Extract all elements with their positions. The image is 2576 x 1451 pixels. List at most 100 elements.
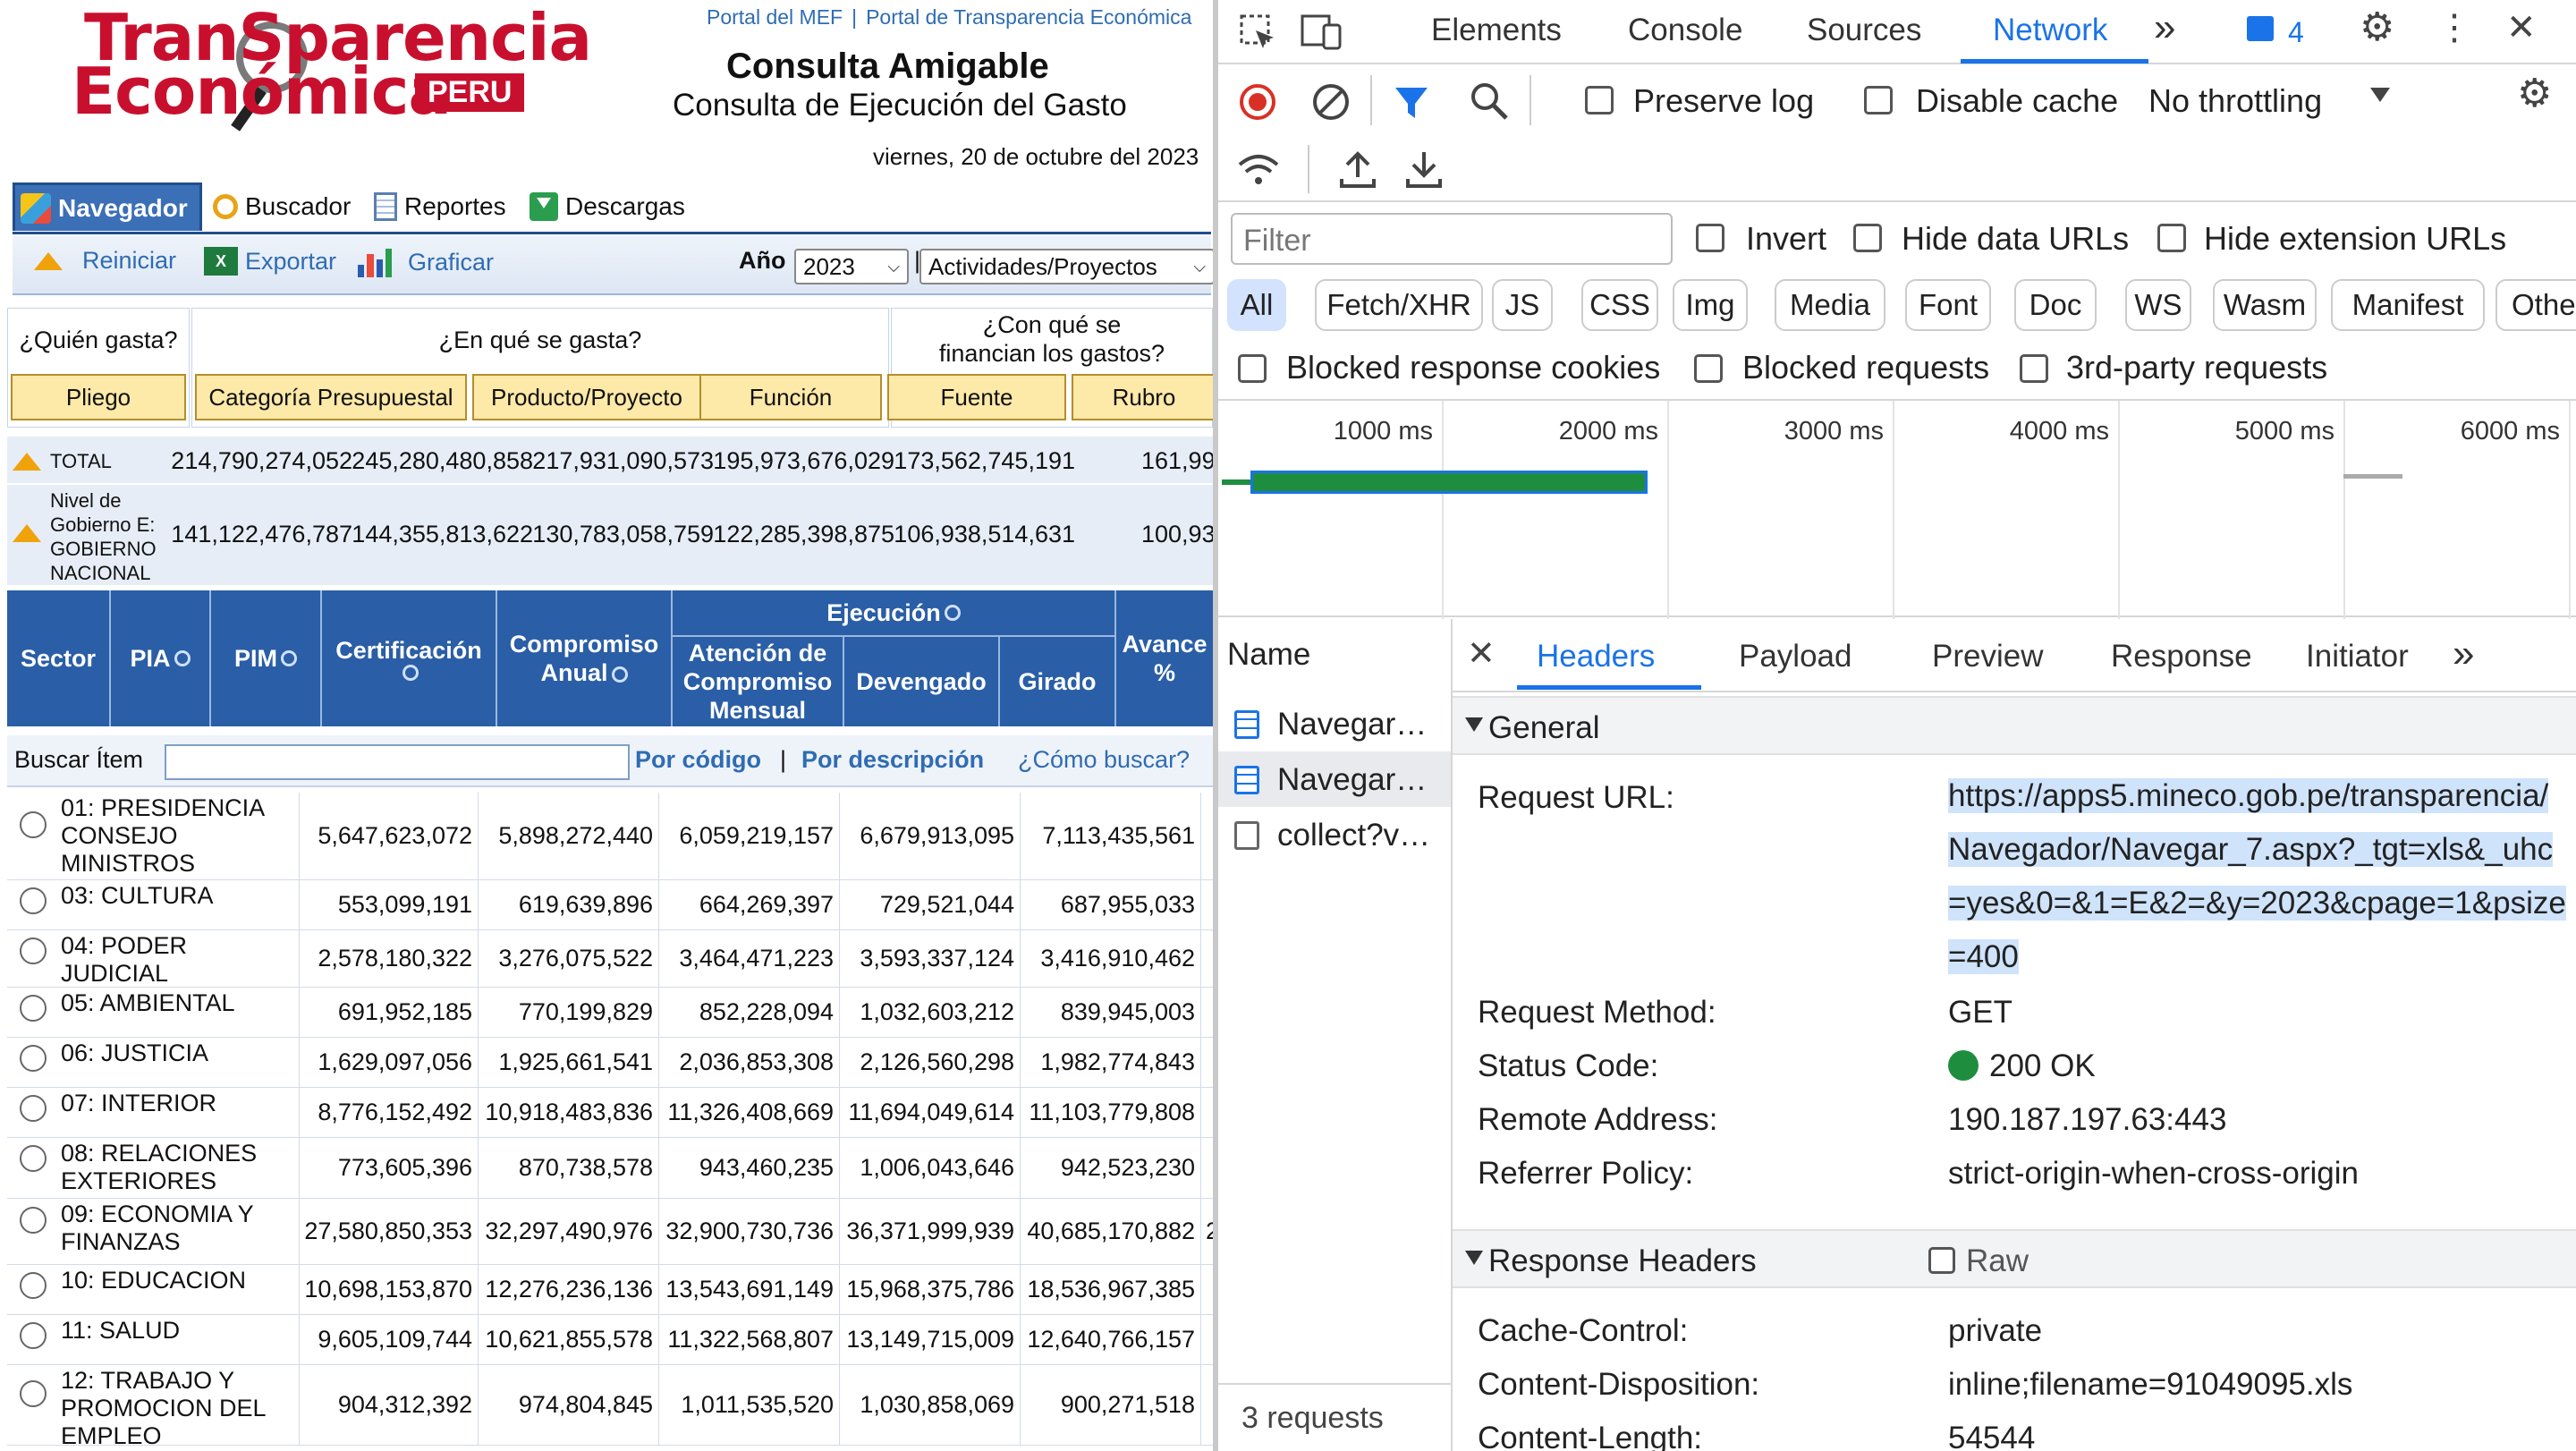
filter-img[interactable]: Img [1673, 279, 1748, 331]
table-row[interactable]: 11: SALUD 12,640,766,157 13,149,715,009 11,… [7, 1315, 1213, 1365]
table-row[interactable]: 10: EDUCACION 18,536,967,385 15,968,375,78… [7, 1265, 1213, 1315]
row-radio[interactable] [20, 1145, 47, 1172]
request-item-selected[interactable]: Navegar… [1218, 751, 1451, 807]
throttling-select[interactable]: No throttling [2148, 82, 2322, 120]
table-row[interactable]: 01: PRESIDENCIA CONSEJO MINISTROS 7,113,435… [7, 793, 1213, 880]
fuente-button[interactable]: Fuente [887, 374, 1066, 420]
col-avance[interactable]: Avance% [1116, 590, 1213, 726]
request-item[interactable]: Navegar… [1218, 696, 1451, 751]
request-url-value[interactable]: https://apps5.mineco.gob.pe/transparenci… [1948, 769, 2574, 984]
filter-js[interactable]: JS [1492, 279, 1553, 331]
tab-initiator[interactable]: Initiator [2306, 639, 2409, 675]
row-radio[interactable] [20, 938, 47, 964]
hide-data-urls-checkbox[interactable] [1853, 224, 1882, 252]
filter-funnel-icon[interactable] [1392, 82, 1431, 122]
import-har-icon[interactable] [1338, 148, 1377, 190]
tab-preview[interactable]: Preview [1932, 639, 2043, 675]
device-toolbar-icon[interactable] [1301, 13, 1343, 52]
pin-icon[interactable] [944, 605, 961, 621]
reiniciar-button[interactable]: Reiniciar [34, 247, 176, 275]
preserve-log-checkbox[interactable] [1585, 86, 1614, 115]
por-descripcion-link[interactable]: Por descripción [801, 746, 984, 774]
tab-reportes[interactable]: Reportes [374, 182, 506, 231]
tab-console[interactable]: Console [1628, 13, 1742, 48]
network-conditions-wifi-icon[interactable] [1236, 150, 1281, 190]
response-headers-section-header[interactable]: Response Headers Raw [1453, 1229, 2576, 1288]
table-row[interactable]: 12: TRABAJO Y PROMOCION DEL EMPLEO 900,271,… [7, 1365, 1213, 1449]
blocked-requests-checkbox[interactable] [1694, 354, 1723, 383]
table-row[interactable]: 09: ECONOMIA Y FINANZAS 40,685,170,882 36,3… [7, 1199, 1213, 1265]
filter-fetch-xhr[interactable]: Fetch/XHR [1315, 279, 1483, 331]
pin-icon[interactable] [611, 666, 628, 683]
col-certificacion[interactable]: Certificación [322, 590, 497, 726]
tab-buscador[interactable]: Buscador [213, 182, 351, 231]
table-row[interactable]: 08: RELACIONES EXTERIORES 942,523,230 1,006… [7, 1138, 1213, 1199]
collapse-triangle-icon[interactable] [13, 453, 41, 471]
rubro-button[interactable]: Rubro [1072, 374, 1213, 420]
kebab-menu-icon[interactable]: ⋮ [2436, 10, 2472, 46]
filter-input[interactable]: Filter [1231, 213, 1673, 265]
tab-sources[interactable]: Sources [1807, 13, 1921, 48]
col-atencion-compromiso[interactable]: Atención de Compromiso Mensual [673, 637, 844, 726]
tab-network[interactable]: Network [1993, 13, 2107, 48]
categoria-presupuestal-button[interactable]: Categoría Presupuestal [195, 374, 467, 420]
filter-css[interactable]: CSS [1581, 279, 1658, 331]
blocked-cookies-checkbox[interactable] [1238, 354, 1267, 383]
table-row[interactable]: 06: JUSTICIA 1,982,774,843 2,126,560,298 2,… [7, 1038, 1213, 1088]
gear-icon[interactable]: ⚙ [2360, 8, 2394, 47]
portal-mef-link[interactable]: Portal del MEF [707, 5, 843, 29]
portal-transparencia-link[interactable]: Portal de Transparencia Económica [866, 5, 1191, 29]
search-input[interactable] [165, 744, 630, 780]
table-row[interactable]: 04: PODER JUDICIAL 3,416,910,462 3,593,337,… [7, 930, 1213, 988]
pin-icon[interactable] [281, 650, 297, 666]
year-select[interactable]: 2023 ⌵ [794, 249, 909, 284]
filter-doc[interactable]: Doc [2014, 279, 2097, 331]
row-radio[interactable] [20, 1045, 47, 1072]
network-settings-gear-icon[interactable]: ⚙ [2517, 74, 2552, 114]
close-icon[interactable]: ✕ [2506, 10, 2537, 46]
name-column-header[interactable]: Name [1227, 637, 1310, 673]
total-row[interactable]: TOTAL 214,790,274,052 245,280,480,858 21… [7, 437, 1213, 483]
filter-all[interactable]: All [1227, 279, 1286, 331]
col-compromiso-anual[interactable]: Compromiso Anual [497, 590, 673, 726]
messages-icon[interactable] [2247, 16, 2274, 41]
nivel-gobierno-row[interactable]: Nivel de Gobierno E: GOBIERNO NACIONAL 141,… [7, 485, 1213, 585]
raw-checkbox[interactable] [1928, 1247, 1955, 1274]
tab-response[interactable]: Response [2111, 639, 2252, 675]
row-radio[interactable] [20, 1095, 47, 1122]
table-row[interactable]: 05: AMBIENTAL 839,945,003 1,032,603,212 852… [7, 988, 1213, 1038]
table-row[interactable]: 03: CULTURA 687,955,033 729,521,044 664,269… [7, 880, 1213, 930]
tab-payload[interactable]: Payload [1739, 639, 1852, 675]
como-buscar-link[interactable]: ¿Cómo buscar? [1018, 746, 1190, 774]
filter-media[interactable]: Media [1775, 279, 1885, 331]
export-har-icon[interactable] [1404, 148, 1444, 190]
col-pim[interactable]: PIM [211, 590, 322, 726]
disable-cache-checkbox[interactable] [1864, 86, 1893, 115]
network-timeline-overview[interactable]: 1000 ms 2000 ms 3000 ms 4000 ms 5000 ms … [1218, 399, 2576, 619]
table-row[interactable]: 07: INTERIOR 11,103,779,808 11,694,049,614… [7, 1088, 1213, 1138]
filter-wasm[interactable]: Wasm [2213, 279, 2317, 331]
row-radio[interactable] [20, 1380, 47, 1407]
row-radio[interactable] [20, 995, 47, 1022]
more-detail-tabs-icon[interactable]: » [2453, 632, 2474, 676]
row-radio[interactable] [20, 1272, 47, 1299]
filter-other[interactable]: Other [2496, 279, 2576, 331]
throttling-dropdown-icon[interactable] [2370, 88, 2390, 102]
request-item[interactable]: collect?v… [1218, 807, 1451, 862]
general-section-header[interactable]: General [1453, 696, 2576, 755]
por-codigo-link[interactable]: Por código [635, 746, 761, 774]
search-icon[interactable] [1469, 81, 1510, 122]
tab-elements[interactable]: Elements [1431, 13, 1562, 48]
close-detail-icon[interactable]: ✕ [1467, 637, 1496, 671]
filter-manifest[interactable]: Manifest [2331, 279, 2485, 331]
third-party-checkbox[interactable] [2020, 354, 2048, 383]
record-stop-icon[interactable] [1238, 82, 1277, 122]
filter-font[interactable]: Font [1905, 279, 1991, 331]
pliego-button[interactable]: Pliego [11, 374, 186, 420]
row-radio[interactable] [20, 1207, 47, 1234]
inspect-element-icon[interactable] [1238, 13, 1277, 52]
graficar-button[interactable]: Graficar [358, 247, 494, 277]
exportar-button[interactable]: X Exportar [204, 247, 336, 276]
collapse-triangle-icon[interactable] [13, 524, 41, 542]
row-radio[interactable] [20, 811, 47, 838]
